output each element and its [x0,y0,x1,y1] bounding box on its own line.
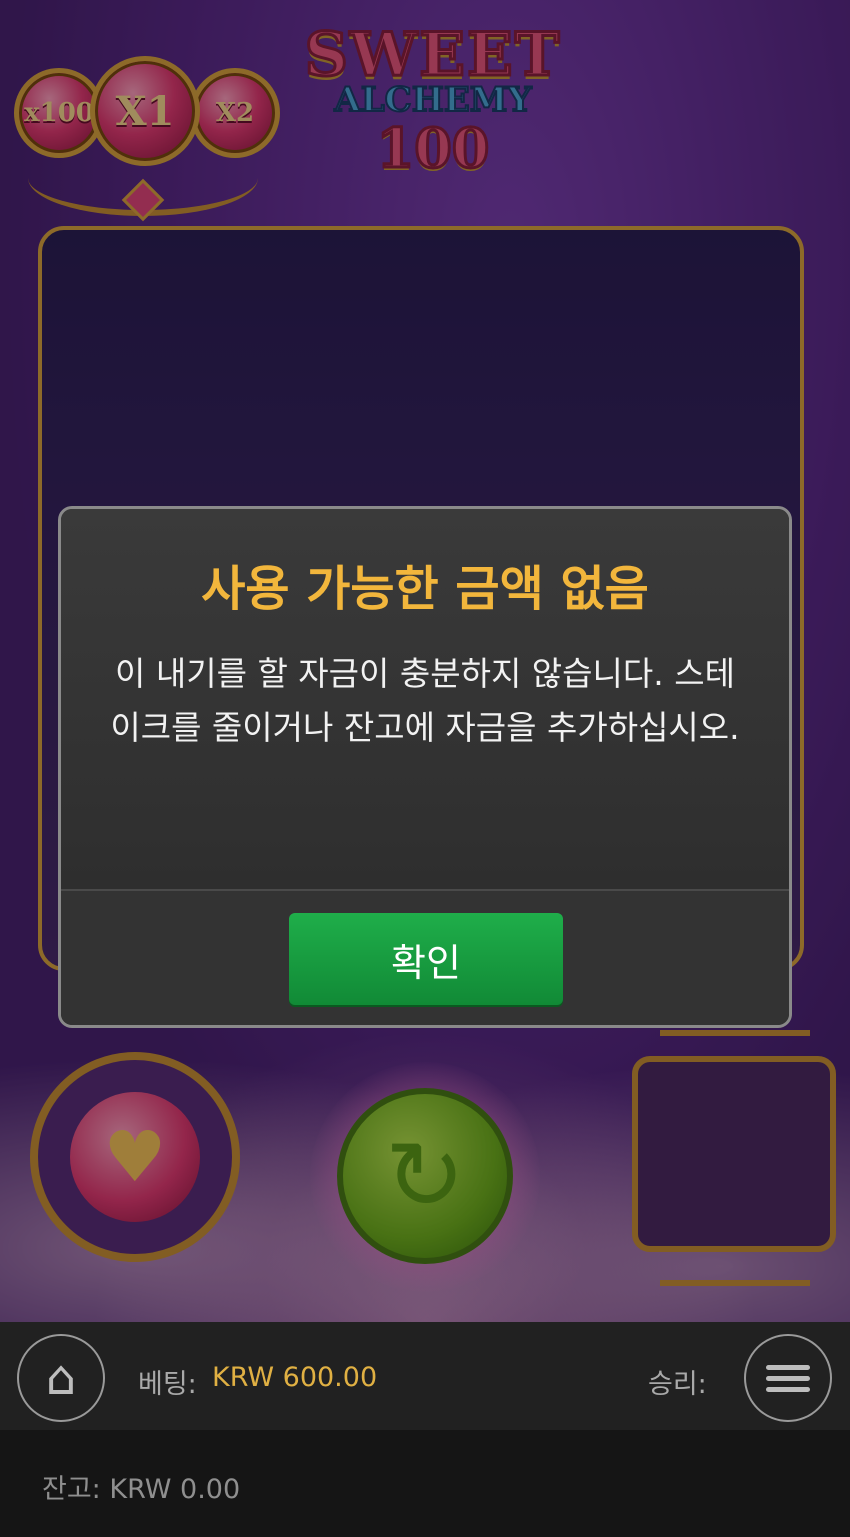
home-button[interactable]: ⌂ [17,1334,105,1422]
dialog-title: 사용 가능한 금액 없음 [201,561,649,617]
ok-button[interactable]: 확인 [289,913,563,1005]
menu-icon [766,1359,810,1398]
dialog-body: 사용 가능한 금액 없음 이 내기를 할 자금이 충분하지 않습니다. 스테이크… [61,509,789,889]
insufficient-funds-dialog: 사용 가능한 금액 없음 이 내기를 할 자금이 충분하지 않습니다. 스테이크… [58,506,792,1028]
bet-label: 베팅: [138,1369,197,1400]
menu-button[interactable] [744,1334,832,1422]
balance-text: 잔고: KRW 0.00 [42,1474,241,1505]
dialog-message: 이 내기를 할 자금이 충분하지 않습니다. 스테이크를 줄이거나 잔고에 자금… [110,654,740,747]
bet-value[interactable]: KRW 600.00 [212,1362,377,1393]
dialog-footer: 확인 [61,889,789,1025]
win-label: 승리: [648,1369,707,1400]
status-bar [0,1322,850,1430]
home-icon: ⌂ [45,1350,77,1406]
